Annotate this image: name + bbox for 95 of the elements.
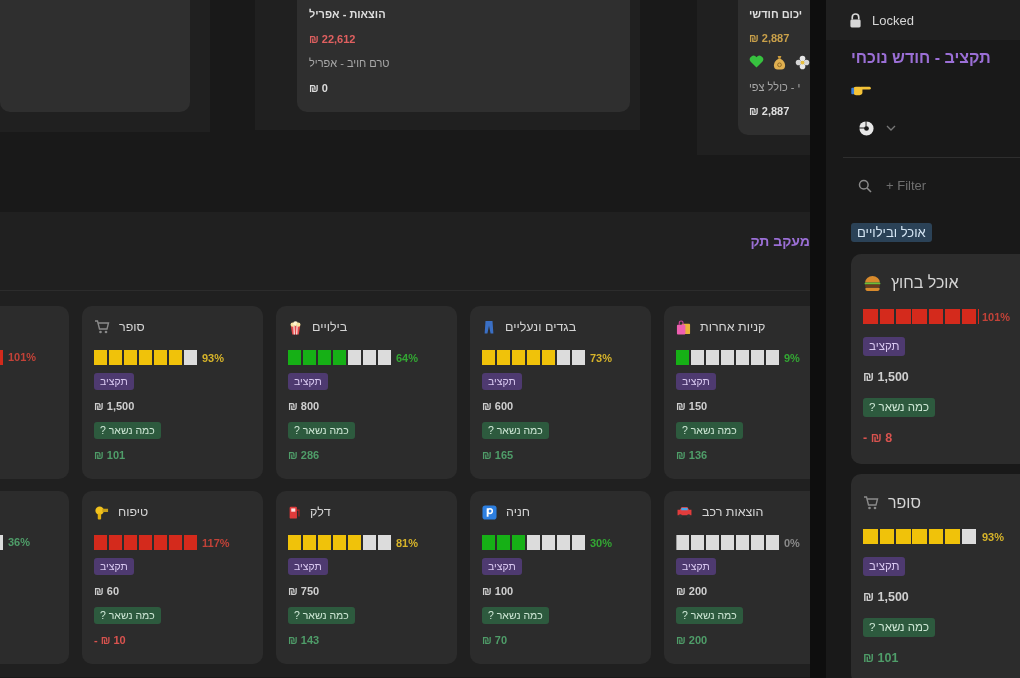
budget-tag: תקציב	[94, 558, 134, 575]
remaining-amount: ₪ 165	[482, 448, 514, 463]
percent-label: 81%	[396, 536, 419, 549]
budget-tag: תקציב	[863, 557, 906, 576]
field-label: טרם חויב - אפריל	[309, 56, 390, 71]
remaining-amount: - ₪ 8	[863, 430, 893, 446]
popcorn-icon	[288, 319, 303, 335]
parking-sign-icon	[482, 504, 497, 520]
remaining-tag: כמה נשאר ?	[94, 607, 161, 624]
pending-amount: ₪ 0	[309, 80, 328, 96]
budget-tag: תקציב	[288, 558, 328, 575]
budget-card[interactable]: 36%	[0, 491, 69, 664]
card-title: סופר	[119, 320, 145, 334]
field-label: י - כולל צפי	[749, 79, 801, 95]
card-title: בילויים	[312, 320, 348, 334]
remaining-tag: כמה נשאר ?	[863, 398, 935, 417]
budget-amount: ₪ 750	[288, 584, 320, 599]
card-title: טיפוח	[118, 505, 149, 519]
filter-button[interactable]: + Filter	[886, 178, 927, 193]
card-title: אוכל בחוץ	[891, 274, 959, 292]
budget-tag: תקציב	[676, 558, 716, 575]
percent-label: 36%	[8, 536, 31, 548]
card-title: הוצאות רכב	[702, 505, 764, 519]
budget-tag: תקציב	[482, 558, 522, 575]
percent-label: 101%	[8, 351, 37, 363]
remaining-tag: כמה נשאר ?	[94, 422, 161, 439]
group-tag: אוכל ובילויים	[851, 223, 932, 242]
remaining-amount: - ₪ 10	[94, 633, 126, 648]
remaining-tag: כמה נשאר ?	[676, 607, 743, 624]
budget-amount: ₪ 60	[94, 584, 119, 599]
percent-label: 93%	[982, 530, 1005, 543]
percent-label: 0%	[784, 536, 800, 549]
budget-tag: תקציב	[288, 373, 328, 390]
remaining-tag: כמה נשאר ?	[863, 618, 935, 637]
card-title: קניות אחרות	[700, 320, 766, 334]
percent-label: 64%	[396, 351, 419, 364]
remaining-tag: כמה נשאר ?	[482, 607, 549, 624]
budget-amount: ₪ 200	[676, 584, 708, 599]
remaining-amount: ₪ 143	[288, 633, 320, 648]
budget-amount: ₪ 1,500	[863, 589, 909, 605]
budget-tag: תקציב	[676, 373, 716, 390]
percent-label: 93%	[202, 351, 225, 364]
budget-tag: תקציב	[94, 373, 134, 390]
remaining-tag: כמה נשאר ?	[288, 422, 355, 439]
shopping-bags-icon	[676, 319, 691, 335]
pie-chart-icon	[858, 119, 875, 137]
remaining-tag: כמה נשאר ?	[288, 607, 355, 624]
remaining-amount: ₪ 101	[94, 448, 126, 463]
pointing-hand-icon	[851, 84, 872, 97]
expense-amount: ₪ 22,612	[309, 31, 356, 47]
card-title: הוצאות - אפריל	[309, 7, 386, 22]
budget-amount: ₪ 100	[482, 584, 514, 599]
page-title: תקציב - חודש נוכחי	[851, 49, 991, 68]
chevron-down-icon	[886, 125, 896, 131]
lock-icon	[849, 12, 862, 28]
budget-amount: ₪ 1,500	[94, 399, 135, 414]
card-title: יכום חודשי	[749, 7, 803, 22]
budget-amount: ₪ 800	[288, 399, 320, 414]
monthly-amount: ₪ 2,887	[749, 103, 790, 119]
section-title: מעקב תק	[749, 233, 810, 249]
monthly-amount: ₪ 2,887	[749, 31, 790, 47]
remaining-tag: כמה נשאר ?	[676, 422, 743, 439]
shopping-cart-icon	[94, 320, 110, 334]
remaining-tag: כמה נשאר ?	[482, 422, 549, 439]
jeans-icon	[482, 319, 496, 335]
heart-icon	[749, 55, 764, 69]
card-title: דלק	[310, 505, 331, 519]
search-icon	[858, 178, 872, 193]
hair-dryer-icon	[94, 504, 109, 520]
money-bag-icon	[773, 55, 786, 71]
percent-label: 9%	[784, 351, 800, 364]
lock-label: Locked	[872, 12, 914, 28]
remaining-amount: ₪ 200	[676, 633, 708, 648]
view-selector[interactable]	[858, 118, 896, 138]
budget-tag: תקציב	[482, 373, 522, 390]
remaining-amount: ₪ 70	[482, 633, 507, 648]
card-title: בגדים ונעליים	[505, 320, 577, 334]
percent-label: 117%	[202, 536, 230, 549]
budget-tag: תקציב	[863, 337, 906, 356]
card-title: סופר	[888, 494, 921, 512]
card-title: חניה	[506, 505, 530, 519]
percent-label: 101%	[982, 310, 1011, 323]
remaining-amount: ₪ 286	[288, 448, 320, 463]
flower-icon	[795, 55, 810, 71]
remaining-amount: ₪ 101	[863, 650, 899, 666]
shopping-cart-icon	[863, 496, 879, 510]
fuel-pump-icon	[288, 504, 301, 520]
remaining-amount: ₪ 136	[676, 448, 708, 463]
budget-amount: ₪ 1,500	[863, 369, 909, 385]
percent-label: 73%	[590, 351, 613, 364]
car-icon	[676, 505, 693, 519]
burger-icon	[863, 273, 882, 293]
percent-label: 30%	[590, 536, 613, 549]
budget-amount: ₪ 600	[482, 399, 514, 414]
budget-amount: ₪ 150	[676, 399, 708, 414]
